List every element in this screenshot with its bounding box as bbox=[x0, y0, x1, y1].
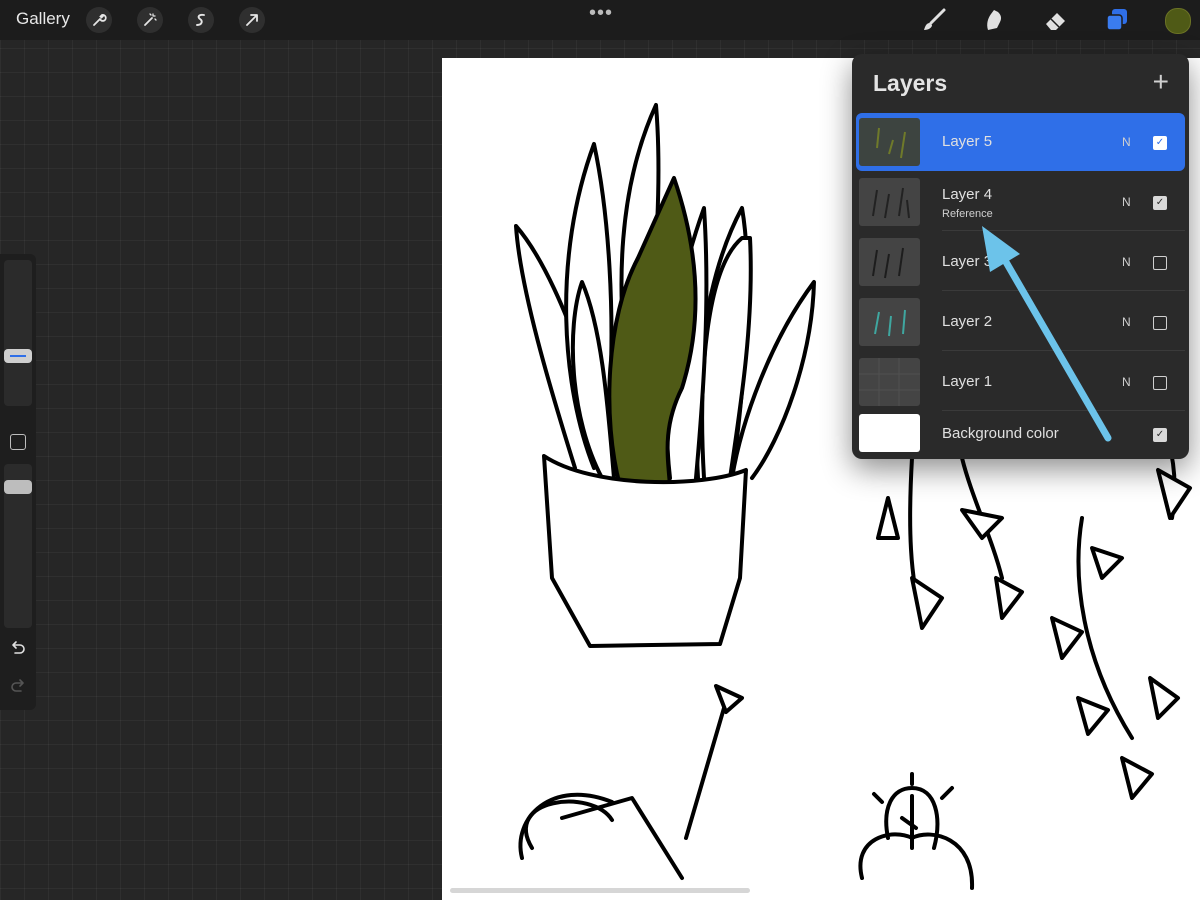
brush-size-thumb[interactable] bbox=[4, 349, 32, 363]
layers-panel: Layers + Layer 5 N ✓ Layer 4 Reference N… bbox=[852, 54, 1189, 459]
wrench-icon[interactable] bbox=[86, 7, 112, 33]
top-toolbar: Gallery ••• bbox=[0, 0, 1200, 40]
magic-wand-icon[interactable] bbox=[137, 7, 163, 33]
layer-thumbnail bbox=[859, 358, 920, 406]
layer-thumbnail bbox=[859, 178, 920, 226]
layer-thumbnail bbox=[859, 118, 920, 166]
eraser-icon[interactable] bbox=[1042, 6, 1070, 34]
visibility-checkbox[interactable]: ✓ bbox=[1153, 136, 1167, 150]
layer-row-background[interactable]: Background color ✓ bbox=[856, 410, 1185, 458]
visibility-checkbox[interactable] bbox=[1153, 256, 1167, 270]
brush-icon[interactable] bbox=[920, 6, 948, 34]
blend-mode-button[interactable]: N bbox=[1122, 315, 1131, 329]
layer-row-5[interactable]: Layer 5 N ✓ bbox=[856, 113, 1185, 171]
color-picker-swatch[interactable] bbox=[1165, 8, 1191, 34]
background-color-swatch[interactable] bbox=[859, 414, 920, 452]
blend-mode-button[interactable]: N bbox=[1122, 375, 1131, 389]
layer-row-3[interactable]: Layer 3 N bbox=[856, 233, 1185, 291]
smudge-icon[interactable] bbox=[980, 6, 1008, 34]
layer-thumbnail bbox=[859, 298, 920, 346]
layer-name: Layer 4 bbox=[942, 186, 992, 203]
gallery-button[interactable]: Gallery bbox=[16, 9, 70, 29]
undo-icon[interactable] bbox=[9, 640, 27, 658]
blend-mode-button[interactable]: N bbox=[1122, 195, 1131, 209]
more-options-button[interactable]: ••• bbox=[589, 2, 613, 25]
layer-name: Layer 1 bbox=[942, 373, 992, 390]
visibility-checkbox[interactable] bbox=[1153, 316, 1167, 330]
add-layer-button[interactable]: + bbox=[1153, 68, 1169, 96]
redo-icon[interactable] bbox=[9, 678, 27, 696]
layer-thumbnail bbox=[859, 238, 920, 286]
transform-arrow-icon[interactable] bbox=[239, 7, 265, 33]
layer-name: Background color bbox=[942, 425, 1059, 442]
home-indicator bbox=[450, 888, 750, 893]
brush-size-slider[interactable] bbox=[4, 260, 32, 406]
layer-row-4[interactable]: Layer 4 Reference N ✓ bbox=[856, 173, 1185, 231]
visibility-checkbox[interactable]: ✓ bbox=[1153, 196, 1167, 210]
selection-s-icon[interactable] bbox=[188, 7, 214, 33]
visibility-checkbox[interactable]: ✓ bbox=[1153, 428, 1167, 442]
modify-button[interactable] bbox=[10, 434, 26, 450]
opacity-thumb[interactable] bbox=[4, 480, 32, 494]
left-sidebar bbox=[0, 254, 36, 710]
visibility-checkbox[interactable] bbox=[1153, 376, 1167, 390]
layers-panel-title: Layers bbox=[873, 70, 947, 97]
layer-reference-label: Reference bbox=[942, 208, 993, 220]
layer-row-1[interactable]: Layer 1 N bbox=[856, 353, 1185, 411]
layer-name: Layer 3 bbox=[942, 253, 992, 270]
layers-icon[interactable] bbox=[1103, 6, 1131, 34]
blend-mode-button[interactable]: N bbox=[1122, 135, 1131, 149]
blend-mode-button[interactable]: N bbox=[1122, 255, 1131, 269]
layer-name: Layer 2 bbox=[942, 313, 992, 330]
layer-name: Layer 5 bbox=[942, 133, 992, 150]
layer-row-2[interactable]: Layer 2 N bbox=[856, 293, 1185, 351]
